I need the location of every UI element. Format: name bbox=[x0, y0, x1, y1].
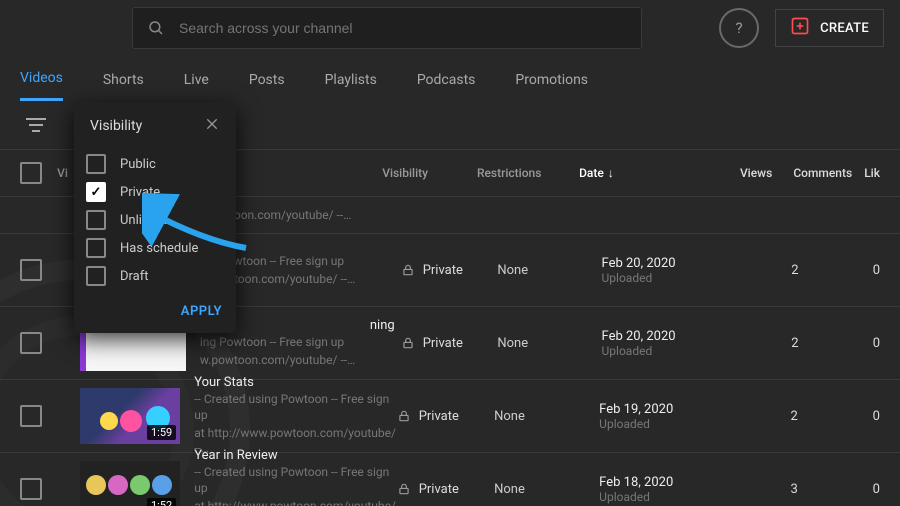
restrictions-cell: None bbox=[497, 336, 601, 351]
table-row[interactable]: 1:59 Your Stats -- Created using Powtoon… bbox=[0, 380, 900, 453]
date-cell: Feb 19, 2020Uploaded bbox=[599, 402, 740, 431]
tab-playlists[interactable]: Playlists bbox=[325, 72, 377, 100]
restrictions-cell: None bbox=[494, 409, 599, 424]
visibility-cell[interactable]: Private bbox=[397, 482, 494, 497]
filter-opt-unlisted[interactable]: Unlisted bbox=[86, 206, 224, 234]
comments-cell: 0 bbox=[798, 482, 880, 497]
tab-podcasts[interactable]: Podcasts bbox=[417, 72, 476, 100]
col-restrictions[interactable]: Restrictions bbox=[477, 166, 579, 180]
video-title: Year in Review bbox=[194, 448, 396, 463]
date-cell: Feb 20, 2020Uploaded bbox=[602, 329, 742, 358]
views-cell: 2 bbox=[741, 409, 798, 424]
col-visibility[interactable]: Visibility bbox=[382, 166, 477, 180]
help-icon: ? bbox=[736, 19, 743, 37]
comments-cell: 0 bbox=[799, 336, 880, 351]
duration-badge: 1:52 bbox=[147, 498, 176, 506]
filter-opt-public[interactable]: Public bbox=[86, 150, 224, 178]
create-label: CREATE bbox=[820, 21, 869, 36]
video-title: Your Stats bbox=[194, 375, 396, 390]
create-button[interactable]: CREATE bbox=[775, 9, 884, 47]
visibility-cell[interactable]: Private bbox=[401, 263, 498, 278]
tab-posts[interactable]: Posts bbox=[249, 72, 285, 100]
col-comments[interactable]: Comments bbox=[772, 166, 852, 180]
popup-title: Visibility bbox=[90, 118, 142, 134]
apply-button[interactable]: APPLY bbox=[74, 296, 236, 333]
visibility-filter-popup: Visibility Public ✓Private Unlisted Has … bbox=[74, 102, 236, 333]
filter-opt-has-schedule[interactable]: Has schedule bbox=[86, 234, 224, 262]
visibility-cell[interactable]: Private bbox=[397, 409, 494, 424]
checkbox-icon bbox=[86, 238, 106, 258]
checkbox-icon bbox=[86, 266, 106, 286]
filter-opt-draft[interactable]: Draft bbox=[86, 262, 224, 290]
search-icon bbox=[147, 19, 165, 37]
comments-cell: 0 bbox=[798, 409, 880, 424]
date-cell: Feb 18, 2020Uploaded bbox=[599, 475, 740, 504]
col-likes[interactable]: Lik bbox=[852, 166, 880, 180]
search-input[interactable] bbox=[177, 19, 627, 37]
row-checkbox[interactable] bbox=[20, 478, 42, 500]
video-thumbnail[interactable]: 1:59 bbox=[80, 388, 180, 444]
date-cell: Feb 20, 2020Uploaded bbox=[602, 256, 742, 285]
comments-cell: 0 bbox=[799, 263, 880, 278]
checkbox-icon bbox=[86, 154, 106, 174]
col-date[interactable]: Date↓ bbox=[579, 166, 716, 180]
row-checkbox[interactable] bbox=[20, 259, 42, 281]
close-icon[interactable] bbox=[204, 116, 220, 136]
row-checkbox[interactable] bbox=[20, 332, 42, 354]
duration-badge: 1:59 bbox=[147, 425, 176, 440]
select-all-checkbox[interactable] bbox=[20, 162, 42, 184]
restrictions-cell: None bbox=[494, 482, 599, 497]
row-checkbox[interactable] bbox=[20, 405, 42, 427]
tab-shorts[interactable]: Shorts bbox=[103, 72, 144, 100]
help-button[interactable]: ? bbox=[719, 8, 759, 48]
channel-tabs: Videos Shorts Live Posts Playlists Podca… bbox=[0, 56, 900, 101]
views-cell: 2 bbox=[742, 263, 799, 278]
create-plus-icon bbox=[790, 16, 810, 40]
video-thumbnail[interactable]: 1:52 bbox=[80, 461, 180, 506]
filter-icon[interactable] bbox=[26, 116, 46, 134]
top-bar: ? CREATE bbox=[0, 0, 900, 56]
visibility-cell[interactable]: Private bbox=[401, 336, 498, 351]
tab-live[interactable]: Live bbox=[184, 72, 209, 100]
tab-promotions[interactable]: Promotions bbox=[515, 72, 588, 100]
restrictions-cell: None bbox=[497, 263, 601, 278]
table-row[interactable]: 1:52 Year in Review -- Created using Pow… bbox=[0, 453, 900, 506]
lock-icon bbox=[401, 336, 415, 350]
lock-icon bbox=[397, 482, 411, 496]
checkbox-checked-icon: ✓ bbox=[86, 182, 106, 202]
search-box[interactable] bbox=[132, 7, 642, 49]
views-cell: 2 bbox=[742, 336, 799, 351]
views-cell: 3 bbox=[741, 482, 798, 497]
col-views[interactable]: Views bbox=[717, 166, 773, 180]
lock-icon bbox=[401, 263, 415, 277]
tab-videos[interactable]: Videos bbox=[20, 70, 63, 101]
lock-icon bbox=[397, 409, 411, 423]
filter-opt-private[interactable]: ✓Private bbox=[86, 178, 224, 206]
checkbox-icon bbox=[86, 210, 106, 230]
sort-desc-icon: ↓ bbox=[608, 166, 614, 180]
